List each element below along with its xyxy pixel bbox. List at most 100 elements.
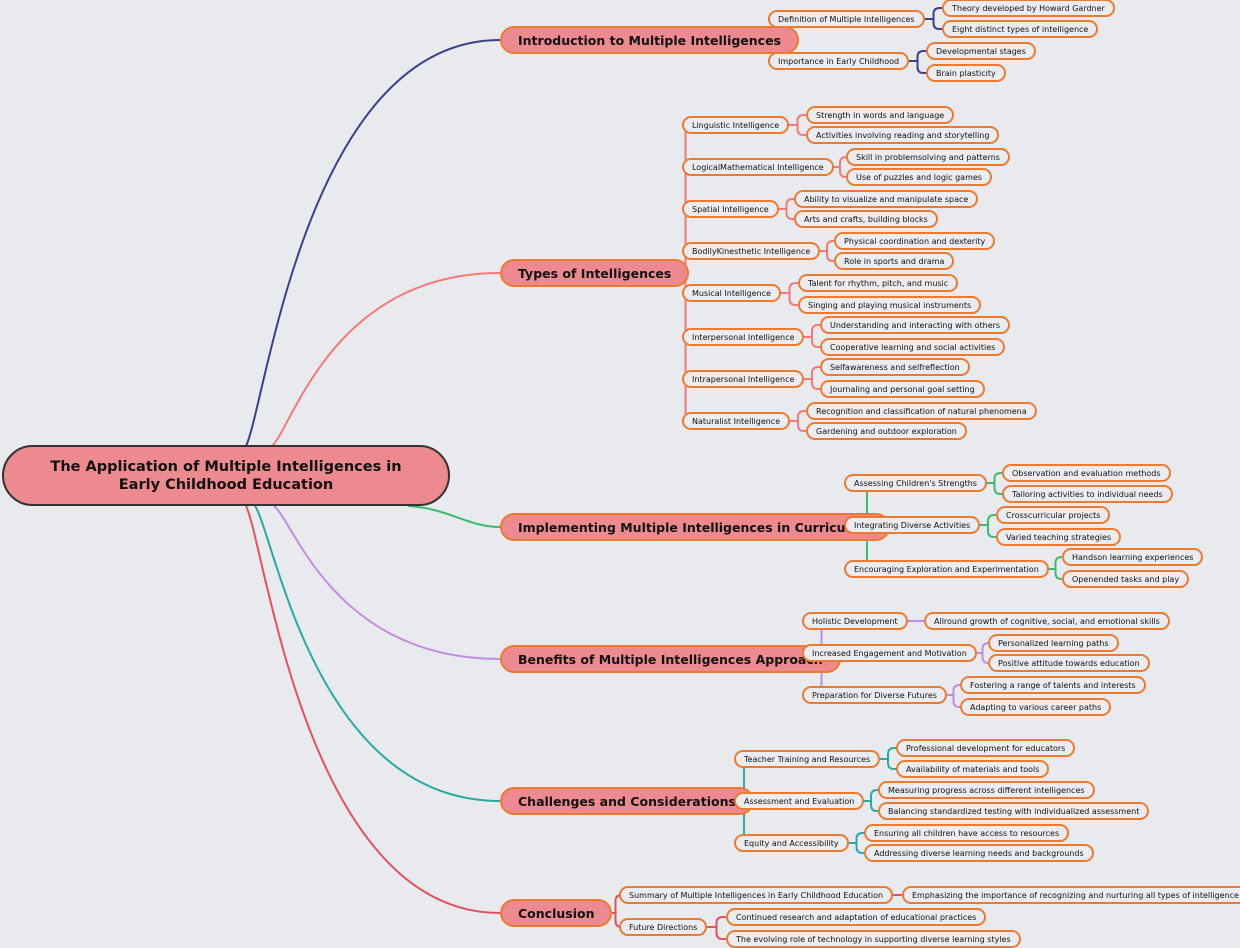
main-topic-1[interactable]: Types of Intelligences (500, 259, 690, 287)
leaf-1-1-1[interactable]: Use of puzzles and logic games (846, 168, 992, 186)
leaf-1-3-1[interactable]: Role in sports and drama (834, 252, 955, 270)
leaf-4-2-1[interactable]: Addressing diverse learning needs and ba… (864, 844, 1094, 862)
subtopic-2-2-label: Encouraging Exploration and Experimentat… (854, 564, 1039, 574)
leaf-4-2-0[interactable]: Ensuring all children have access to res… (864, 824, 1070, 842)
leaf-5-0-0[interactable]: Emphasizing the importance of recognizin… (902, 886, 1240, 904)
subtopic-1-2[interactable]: Spatial Intelligence (682, 200, 779, 218)
main-topic-4[interactable]: Challenges and Considerations (500, 787, 754, 815)
leaf-5-1-1[interactable]: The evolving role of technology in suppo… (726, 930, 1021, 948)
leaf-1-1-0[interactable]: Skill in problemsolving and patterns (846, 148, 1010, 166)
sub-connector-1-2 (785, 198, 794, 209)
subtopic-1-7[interactable]: Naturalist Intelligence (682, 412, 791, 430)
leaf-2-1-1-label: Varied teaching strategies (1006, 532, 1112, 542)
subtopic-3-2[interactable]: Preparation for Diverse Futures (802, 686, 947, 704)
leaf-2-1-0[interactable]: Crosscurricular projects (996, 506, 1111, 524)
main-topic-2[interactable]: Implementing Multiple Intelligences in C… (500, 513, 890, 541)
subtopic-1-5[interactable]: Interpersonal Intelligence (682, 328, 805, 346)
leaf-2-2-0[interactable]: Handson learning experiences (1062, 548, 1204, 566)
subtopic-1-3[interactable]: BodilyKinesthetic Intelligence (682, 242, 821, 260)
leaf-4-1-0[interactable]: Measuring progress across different inte… (878, 781, 1095, 799)
sub-connector-1-4 (788, 293, 798, 306)
leaf-1-4-0-label: Talent for rhythm, pitch, and music (808, 278, 949, 288)
leaf-3-1-1-label: Positive attitude towards education (998, 658, 1140, 668)
leaf-2-1-1[interactable]: Varied teaching strategies (996, 528, 1122, 546)
branch-curve-4 (254, 505, 501, 802)
leaf-3-1-1[interactable]: Positive attitude towards education (988, 654, 1150, 672)
leaf-3-1-0[interactable]: Personalized learning paths (988, 634, 1119, 652)
sub-connector-4-0 (887, 759, 896, 770)
sub-connector-1-2 (785, 209, 794, 220)
main-topic-0[interactable]: Introduction to Multiple Intelligences (500, 26, 800, 54)
main-topic-1-label: Types of Intelligences (518, 265, 672, 281)
leaf-1-5-0[interactable]: Understanding and interacting with other… (820, 316, 1011, 334)
subtopic-4-0[interactable]: Teacher Training and Resources (734, 750, 881, 768)
subtopic-1-2-label: Spatial Intelligence (692, 204, 769, 214)
sub-connector-0-0 (932, 7, 942, 19)
main-topic-5[interactable]: Conclusion (500, 899, 613, 927)
subtopic-2-1[interactable]: Integrating Diverse Activities (844, 516, 981, 534)
leaf-1-6-0[interactable]: Selfawareness and selfreflection (820, 358, 970, 376)
leaf-3-0-0[interactable]: Allround growth of cognitive, social, an… (924, 612, 1170, 630)
subtopic-1-6[interactable]: Intrapersonal Intelligence (682, 370, 805, 388)
leaf-1-5-0-label: Understanding and interacting with other… (830, 320, 1001, 330)
subtopic-1-3-label: BodilyKinesthetic Intelligence (692, 246, 811, 256)
subtopic-1-4[interactable]: Musical Intelligence (682, 284, 781, 302)
subtopic-3-0[interactable]: Holistic Development (802, 612, 908, 630)
leaf-5-1-0-label: Continued research and adaptation of edu… (736, 912, 977, 922)
leaf-0-0-0[interactable]: Theory developed by Howard Gardner (942, 0, 1115, 17)
leaf-5-0-0-label: Emphasizing the importance of recognizin… (912, 890, 1239, 900)
leaf-5-1-0[interactable]: Continued research and adaptation of edu… (726, 908, 987, 926)
subtopic-4-0-label: Teacher Training and Resources (744, 754, 871, 764)
subtopic-0-1[interactable]: Importance in Early Childhood (768, 52, 910, 70)
leaf-1-7-1[interactable]: Gardening and outdoor exploration (806, 422, 967, 440)
leaf-1-2-1-label: Arts and crafts, building blocks (804, 214, 928, 224)
sub-connector-2-0 (993, 483, 1002, 495)
leaf-3-2-0[interactable]: Fostering a range of talents and interes… (960, 676, 1146, 694)
subtopic-0-0[interactable]: Definition of Multiple Intelligences (768, 10, 925, 28)
leaf-1-7-0[interactable]: Recognition and classification of natura… (806, 402, 1037, 420)
leaf-1-3-0[interactable]: Physical coordination and dexterity (834, 232, 996, 250)
leaf-3-2-1[interactable]: Adapting to various career paths (960, 698, 1112, 716)
leaf-1-4-1[interactable]: Singing and playing musical instruments (798, 296, 982, 314)
leaf-2-0-1[interactable]: Tailoring activities to individual needs (1002, 485, 1173, 503)
leaf-1-1-0-label: Skill in problemsolving and patterns (856, 152, 1000, 162)
leaf-1-5-1[interactable]: Cooperative learning and social activiti… (820, 338, 1006, 356)
branch-curve-2 (407, 505, 501, 528)
leaf-0-0-1[interactable]: Eight distinct types of intelligence (942, 20, 1099, 38)
main-topic-3-label: Benefits of Multiple Intelligences Appro… (518, 651, 823, 667)
sub-connector-4-2 (855, 832, 864, 843)
subtopic-1-1[interactable]: LogicalMathematical Intelligence (682, 158, 834, 176)
leaf-4-1-1-label: Balancing standardized testing with indi… (888, 806, 1140, 816)
main-topic-3[interactable]: Benefits of Multiple Intelligences Appro… (500, 645, 841, 673)
leaf-1-0-0-label: Strength in words and language (816, 110, 945, 120)
subtopic-1-0-label: Linguistic Intelligence (692, 120, 780, 130)
branch-curve-1 (271, 272, 501, 447)
leaf-2-2-1[interactable]: Openended tasks and play (1062, 570, 1190, 588)
leaf-1-0-0[interactable]: Strength in words and language (806, 106, 955, 124)
subtopic-2-2[interactable]: Encouraging Exploration and Experimentat… (844, 560, 1049, 578)
leaf-4-0-1[interactable]: Availability of materials and tools (896, 760, 1050, 778)
sub-connector-0-1 (916, 50, 926, 61)
leaf-0-0-1-label: Eight distinct types of intelligence (952, 24, 1089, 34)
leaf-2-0-0[interactable]: Observation and evaluation methods (1002, 464, 1171, 482)
leaf-1-2-1[interactable]: Arts and crafts, building blocks (794, 210, 938, 228)
subtopic-5-1[interactable]: Future Directions (619, 918, 708, 936)
subtopic-1-0[interactable]: Linguistic Intelligence (682, 116, 790, 134)
leaf-3-2-1-label: Adapting to various career paths (970, 702, 1102, 712)
leaf-3-0-0-label: Allround growth of cognitive, social, an… (934, 616, 1160, 626)
leaf-1-6-1[interactable]: Journaling and personal goal setting (820, 380, 985, 398)
root-topic[interactable]: The Application of Multiple Intelligence… (2, 445, 450, 506)
leaf-1-2-0[interactable]: Ability to visualize and manipulate spac… (794, 190, 979, 208)
subtopic-4-2[interactable]: Equity and Accessibility (734, 834, 849, 852)
leaf-1-4-0[interactable]: Talent for rhythm, pitch, and music (798, 274, 959, 292)
leaf-1-0-1[interactable]: Activities involving reading and storyte… (806, 126, 1000, 144)
subtopic-3-1[interactable]: Increased Engagement and Motivation (802, 644, 977, 662)
leaf-1-3-0-label: Physical coordination and dexterity (844, 236, 986, 246)
subtopic-4-1[interactable]: Assessment and Evaluation (734, 792, 865, 810)
leaf-0-1-0[interactable]: Developmental stages (926, 42, 1036, 60)
subtopic-2-0[interactable]: Assessing Children's Strengths (844, 474, 987, 492)
leaf-0-1-1[interactable]: Brain plasticity (926, 64, 1006, 82)
leaf-4-1-1[interactable]: Balancing standardized testing with indi… (878, 802, 1150, 820)
leaf-4-0-0[interactable]: Professional development for educators (896, 739, 1076, 757)
subtopic-5-0[interactable]: Summary of Multiple Intelligences in Ear… (619, 886, 894, 904)
